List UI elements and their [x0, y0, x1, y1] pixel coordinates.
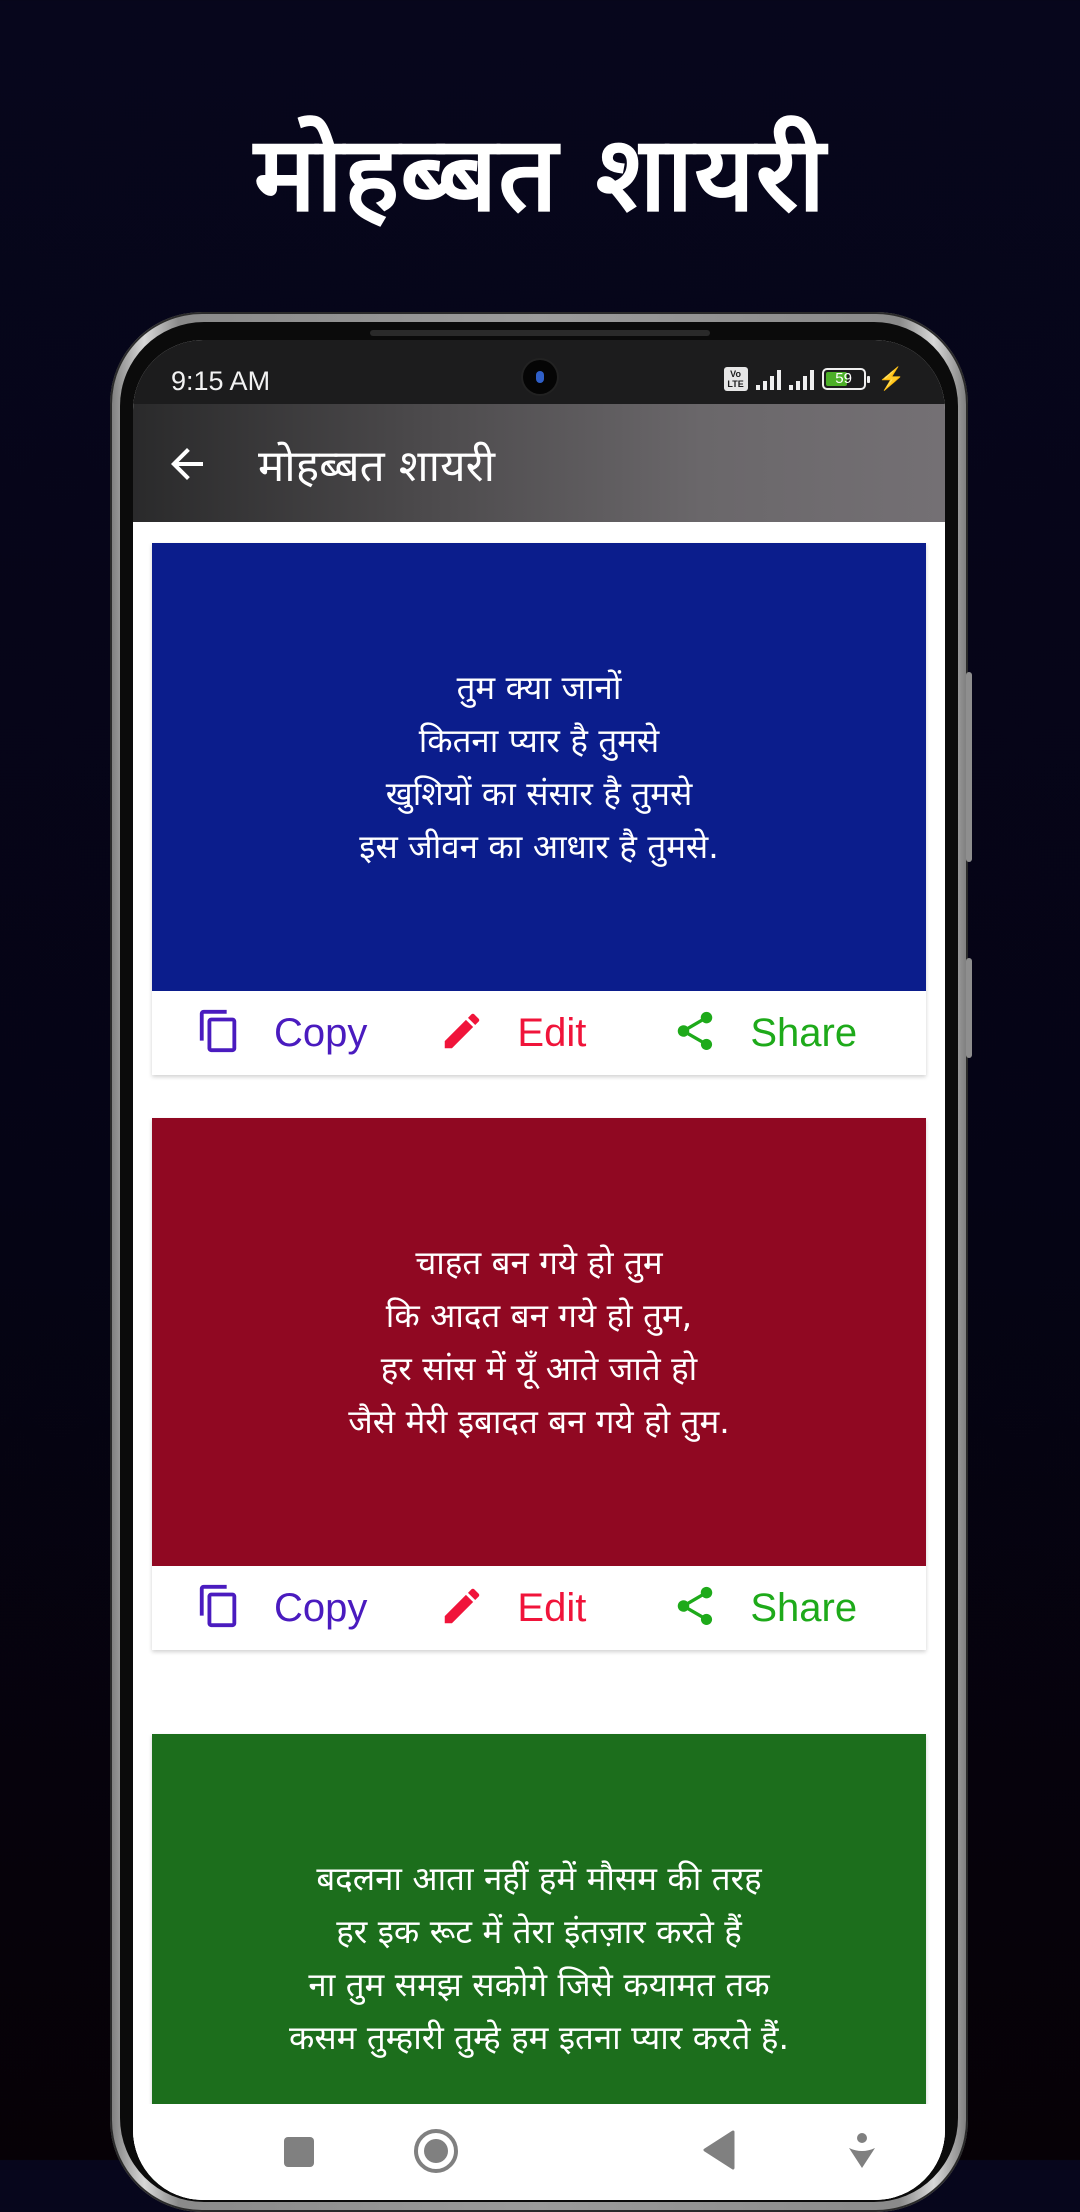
edit-icon [439, 1583, 517, 1634]
back-arrow-icon[interactable] [163, 440, 211, 488]
share-icon [672, 1583, 750, 1634]
home-circle-icon[interactable] [413, 2128, 459, 2179]
battery-level: 59 [835, 370, 852, 387]
shayari-card-body[interactable]: तुम क्या जानों कितना प्यार है तुमसे खुशि… [152, 543, 926, 991]
shayari-list[interactable]: तुम क्या जानों कितना प्यार है तुमसे खुशि… [133, 522, 945, 2200]
card-actions: Copy Edit Share [152, 991, 926, 1075]
copy-icon [196, 1006, 274, 1061]
card-actions: Copy Edit Share [152, 1566, 926, 1650]
share-button[interactable]: Share [672, 991, 857, 1075]
status-bar: 9:15 AM Vo LTE 59 ⚡ [133, 340, 945, 404]
shayari-text: बदलना आता नहीं हमें मौसम की तरह हर इक रू… [289, 1859, 789, 2057]
copy-button[interactable]: Copy [196, 1566, 367, 1650]
edit-button[interactable]: Edit [439, 1566, 586, 1650]
edit-button[interactable]: Edit [439, 991, 586, 1075]
volte-icon: Vo LTE [723, 367, 748, 391]
edit-label: Edit [517, 1010, 587, 1055]
app-bar: मोहब्बत शायरी [133, 404, 945, 522]
phone-screen: 9:15 AM Vo LTE 59 ⚡ मोहब्बत शायरी तुम क्… [133, 340, 945, 2200]
status-icons: Vo LTE 59 ⚡ [723, 366, 905, 392]
copy-button[interactable]: Copy [196, 991, 367, 1075]
app-bar-title: मोहब्बत शायरी [258, 441, 495, 492]
recents-square-icon[interactable] [281, 2134, 317, 2175]
speaker-grill [370, 330, 710, 336]
shayari-card-body[interactable]: चाहत बन गये हो तुम कि आदत बन गये हो तुम,… [152, 1118, 926, 1566]
signal-icon-sim2 [788, 368, 814, 390]
shayari-text: चाहत बन गये हो तुम कि आदत बन गये हो तुम,… [348, 1243, 730, 1441]
shayari-card: चाहत बन गये हो तुम कि आदत बन गये हो तुम,… [152, 1118, 926, 1650]
copy-label: Copy [274, 1585, 368, 1630]
navigation-bar [133, 2104, 945, 2200]
shayari-text: तुम क्या जानों कितना प्यार है तुमसे खुशि… [359, 668, 719, 866]
share-icon [672, 1008, 750, 1059]
volte-bottom-text: LTE [727, 379, 744, 389]
battery-icon: 59 [821, 368, 870, 390]
shayari-card: तुम क्या जानों कितना प्यार है तुमसे खुशि… [152, 543, 926, 1075]
back-triangle-icon[interactable] [701, 2130, 737, 2175]
power-button [966, 958, 972, 1058]
share-button[interactable]: Share [672, 1566, 857, 1650]
copy-icon [196, 1581, 274, 1636]
copy-label: Copy [274, 1010, 368, 1055]
front-camera [523, 360, 557, 394]
promo-title: मोहब्बत शायरी [253, 113, 827, 235]
charging-bolt-icon: ⚡ [877, 366, 905, 391]
signal-icon-sim1 [755, 368, 781, 390]
volte-top-text: Vo [730, 369, 742, 379]
assistant-icon[interactable] [845, 2132, 879, 2177]
status-time: 9:15 AM [171, 366, 271, 396]
share-label: Share [750, 1010, 858, 1055]
volume-button [966, 672, 972, 862]
share-label: Share [750, 1585, 858, 1630]
edit-label: Edit [517, 1585, 587, 1630]
edit-icon [439, 1008, 517, 1059]
